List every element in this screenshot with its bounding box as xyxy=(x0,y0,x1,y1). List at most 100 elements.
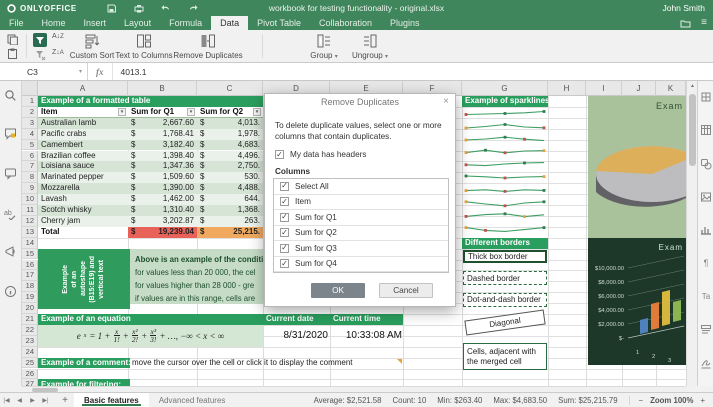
text-to-columns-icon[interactable] xyxy=(136,33,152,49)
hamburger-menu-icon[interactable]: ≡ xyxy=(701,18,707,28)
zoom-out-button[interactable]: − xyxy=(639,396,644,405)
row-header-1[interactable]: 1 xyxy=(22,96,38,107)
column-header-A[interactable]: A xyxy=(38,81,128,96)
row-header-21[interactable]: 21 xyxy=(22,314,38,325)
dialog-column-option[interactable]: ✓Select All xyxy=(274,179,448,195)
row-header-4[interactable]: 4 xyxy=(22,129,38,140)
dialog-column-option[interactable]: ✓Sum for Q4 xyxy=(274,257,448,273)
ok-button[interactable]: OK xyxy=(311,283,365,298)
menu-tab-file[interactable]: File xyxy=(0,16,33,30)
row-header-5[interactable]: 5 xyxy=(22,140,38,151)
dialog-column-option[interactable]: ✓Sum for Q2 xyxy=(274,226,448,242)
checkbox-checked-icon[interactable]: ✓ xyxy=(280,197,289,206)
redo-button[interactable] xyxy=(186,3,199,14)
row-header-2[interactable]: 2 xyxy=(22,107,38,118)
search-icon[interactable] xyxy=(4,89,18,103)
row-header-13[interactable]: 13 xyxy=(22,227,38,238)
filter-dropdown-icon[interactable]: ▾ xyxy=(118,108,126,116)
checkbox-checked-icon[interactable]: ✓ xyxy=(280,259,289,268)
next-sheet-icon[interactable]: ▶ xyxy=(26,393,39,407)
row-header-18[interactable]: 18 xyxy=(22,281,38,292)
shape-settings-icon[interactable] xyxy=(700,158,712,170)
menu-tab-plugins[interactable]: Plugins xyxy=(381,16,429,30)
open-file-location-icon[interactable] xyxy=(680,19,691,28)
ungroup-button[interactable]: Ungroup ▾ xyxy=(340,51,400,60)
remove-duplicates-icon[interactable] xyxy=(200,33,216,49)
group-icon[interactable] xyxy=(316,33,332,49)
row-header-6[interactable]: 6 xyxy=(22,151,38,162)
last-sheet-icon[interactable]: ▶| xyxy=(39,393,52,407)
chart-settings-icon[interactable] xyxy=(700,224,712,236)
namebox-dropdown-icon[interactable]: ▾ xyxy=(79,68,82,75)
print-button[interactable] xyxy=(132,3,145,14)
menu-tab-formula[interactable]: Formula xyxy=(160,16,211,30)
row-header-27[interactable]: 27 xyxy=(22,379,38,386)
column-header-B[interactable]: B xyxy=(128,81,197,96)
vertical-scroll-thumb[interactable] xyxy=(689,94,696,166)
row-header-12[interactable]: 12 xyxy=(22,216,38,227)
row-header-7[interactable]: 7 xyxy=(22,161,38,172)
row-header-23[interactable]: 23 xyxy=(22,336,38,347)
row-header-26[interactable]: 26 xyxy=(22,369,38,380)
row-header-9[interactable]: 9 xyxy=(22,183,38,194)
formula-input[interactable]: 4013.1 xyxy=(113,67,147,77)
column-header-K[interactable]: K xyxy=(656,81,686,96)
image-settings-icon[interactable] xyxy=(700,191,712,203)
sheet-tab-basic-features[interactable]: Basic features xyxy=(74,393,149,407)
menu-tab-home[interactable]: Home xyxy=(33,16,75,30)
first-sheet-icon[interactable]: |◀ xyxy=(0,393,13,407)
checkbox-checked-icon[interactable]: ✓ xyxy=(280,244,289,253)
prev-sheet-icon[interactable]: ◀ xyxy=(13,393,26,407)
row-header-22[interactable]: 22 xyxy=(22,325,38,336)
cell-settings-icon[interactable] xyxy=(700,91,712,103)
menu-tab-pivot-table[interactable]: Pivot Table xyxy=(248,16,310,30)
comments-icon[interactable] xyxy=(4,127,18,141)
zoom-level[interactable]: Zoom 100% xyxy=(650,396,693,405)
row-header-8[interactable]: 8 xyxy=(22,172,38,183)
filter-dropdown-icon[interactable]: ▾ xyxy=(253,108,261,116)
textart-settings-icon[interactable]: Ta xyxy=(700,291,712,303)
ungroup-icon[interactable] xyxy=(362,33,378,49)
vertical-scrollbar[interactable]: ▲ xyxy=(686,81,697,386)
row-header-25[interactable]: 25 xyxy=(22,358,38,369)
menu-tab-collaboration[interactable]: Collaboration xyxy=(310,16,381,30)
dialog-column-option[interactable]: ✓Item xyxy=(274,195,448,211)
zoom-in-button[interactable]: + xyxy=(700,396,705,405)
chat-icon[interactable] xyxy=(4,167,18,181)
copy-button[interactable] xyxy=(7,34,18,45)
checkbox-checked-icon[interactable]: ✓ xyxy=(280,213,289,222)
menu-tab-insert[interactable]: Insert xyxy=(75,16,116,30)
row-header-15[interactable]: 15 xyxy=(22,249,38,260)
dialog-column-option[interactable]: ✓Sum for Q1 xyxy=(274,210,448,226)
save-button[interactable] xyxy=(105,3,118,14)
filter-button[interactable] xyxy=(33,33,47,47)
checkbox-checked-icon[interactable]: ✓ xyxy=(280,228,289,237)
dialog-title[interactable]: Remove Duplicates xyxy=(265,94,455,111)
row-header-3[interactable]: 3 xyxy=(22,118,38,129)
column-header-I[interactable]: I xyxy=(586,81,622,96)
clear-filter-button[interactable] xyxy=(34,49,46,61)
row-header-17[interactable]: 17 xyxy=(22,270,38,281)
filter-dropdown-icon[interactable]: ▾ xyxy=(187,108,195,116)
spellcheck-icon[interactable]: ab xyxy=(4,207,18,221)
row-header-20[interactable]: 20 xyxy=(22,303,38,314)
sort-asc-button[interactable]: A↓Z xyxy=(52,33,64,40)
undo-button[interactable] xyxy=(159,3,172,14)
slicer-settings-icon[interactable] xyxy=(700,324,712,336)
row-header-16[interactable]: 16 xyxy=(22,260,38,271)
paragraph-settings-icon[interactable]: ¶ xyxy=(700,257,712,269)
custom-sort-icon[interactable] xyxy=(84,33,100,49)
my-data-has-headers-checkbox[interactable]: ✓ My data has headers xyxy=(275,150,366,159)
row-header-10[interactable]: 10 xyxy=(22,194,38,205)
signature-settings-icon[interactable] xyxy=(700,357,712,369)
select-all-corner[interactable] xyxy=(22,81,38,96)
row-header-24[interactable]: 24 xyxy=(22,347,38,358)
dialog-column-option[interactable]: ✓Sum for Q3 xyxy=(274,241,448,257)
column-header-C[interactable]: C xyxy=(197,81,263,96)
insert-function-icon[interactable]: fx xyxy=(88,63,113,80)
column-header-H[interactable]: H xyxy=(548,81,586,96)
add-sheet-button[interactable]: + xyxy=(56,393,74,407)
checkbox-checked-icon[interactable]: ✓ xyxy=(280,182,289,191)
sheet-tab-advanced-features[interactable]: Advanced features xyxy=(149,393,236,407)
table-settings-icon[interactable] xyxy=(700,124,712,136)
